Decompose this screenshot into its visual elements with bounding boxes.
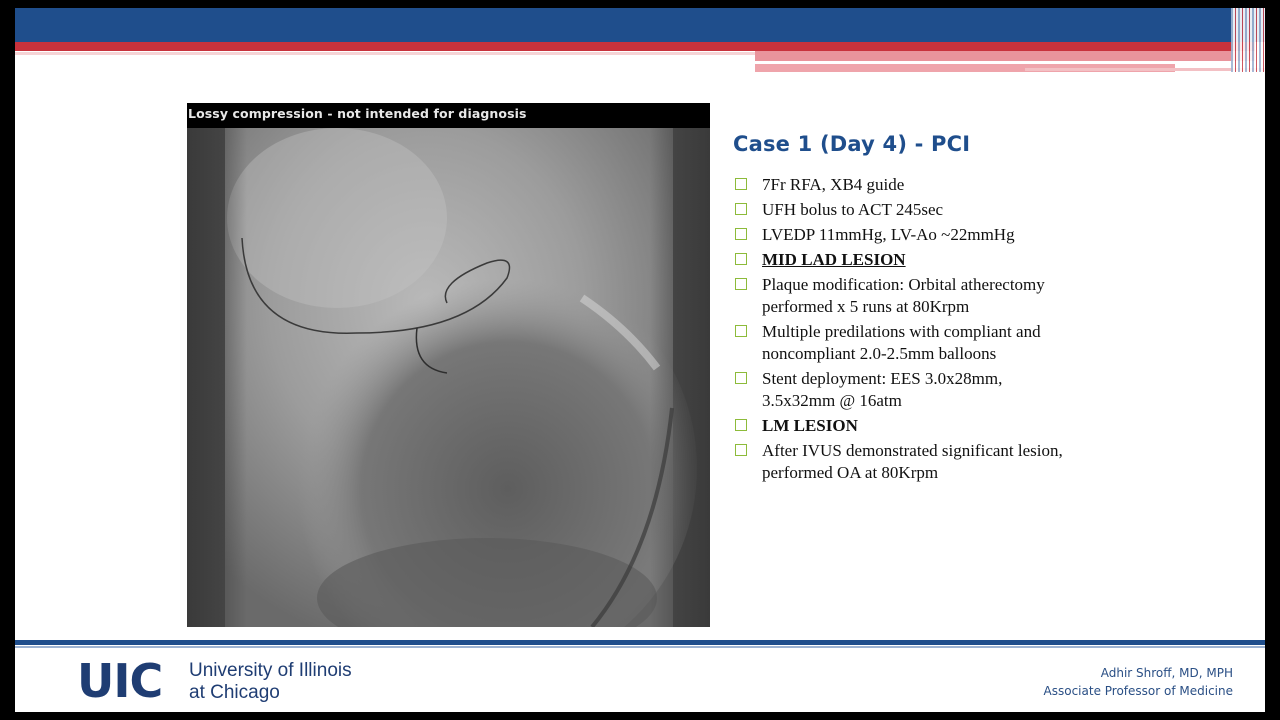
institution-name: University of Illinois at Chicago (189, 660, 352, 704)
checkbox-square-icon (735, 253, 747, 265)
institution-line-1: University of Illinois (189, 660, 352, 681)
angiogram-image: Lossy compression - not intended for dia… (187, 103, 710, 627)
footer-rule (15, 640, 1265, 645)
list-item-heading: MID LAD LESION (733, 249, 1063, 271)
checkbox-square-icon (735, 178, 747, 190)
header-banner-red (15, 42, 1255, 51)
header-accent-pink (755, 51, 1255, 61)
list-item: UFH bolus to ACT 245sec (733, 199, 1063, 221)
list-item: After IVUS demonstrated significant lesi… (733, 440, 1063, 484)
list-item: Stent deployment: EES 3.0x28mm, 3.5x32mm… (733, 368, 1063, 412)
header-accent-line (15, 52, 755, 55)
header-accent-pink-3 (1025, 68, 1265, 71)
presentation-slide: Lossy compression - not intended for dia… (15, 8, 1265, 712)
checkbox-square-icon (735, 372, 747, 384)
slide-title: Case 1 (Day 4) - PCI (733, 132, 971, 156)
list-item: LVEDP 11mmHg, LV-Ao ~22mmHg (733, 224, 1063, 246)
checkbox-square-icon (735, 325, 747, 337)
list-item: 7Fr RFA, XB4 guide (733, 174, 1063, 196)
footer-rule-light (15, 646, 1265, 648)
institution-line-2: at Chicago (189, 682, 280, 703)
checkbox-square-icon (735, 203, 747, 215)
presenter-name: Adhir Shroff, MD, MPH (1100, 666, 1233, 680)
list-item: Plaque modification: Orbital atherectomy… (733, 274, 1063, 318)
checkbox-square-icon (735, 278, 747, 290)
checkbox-square-icon (735, 419, 747, 431)
image-overlay-label: Lossy compression - not intended for dia… (187, 103, 710, 128)
list-item: Multiple predilations with compliant and… (733, 321, 1063, 365)
presenter-title: Associate Professor of Medicine (1043, 684, 1233, 698)
list-item-heading: LM LESION (733, 415, 1063, 437)
bullet-list: 7Fr RFA, XB4 guide UFH bolus to ACT 245s… (733, 174, 1063, 487)
checkbox-square-icon (735, 228, 747, 240)
header-banner-blue (15, 8, 1265, 42)
checkbox-square-icon (735, 444, 747, 456)
uic-logo: UIC (77, 654, 163, 708)
angiogram-fluoroscopy-icon (187, 128, 710, 627)
header-stripes-decoration (1231, 8, 1265, 72)
presenter-info: Adhir Shroff, MD, MPH Associate Professo… (1044, 664, 1233, 700)
